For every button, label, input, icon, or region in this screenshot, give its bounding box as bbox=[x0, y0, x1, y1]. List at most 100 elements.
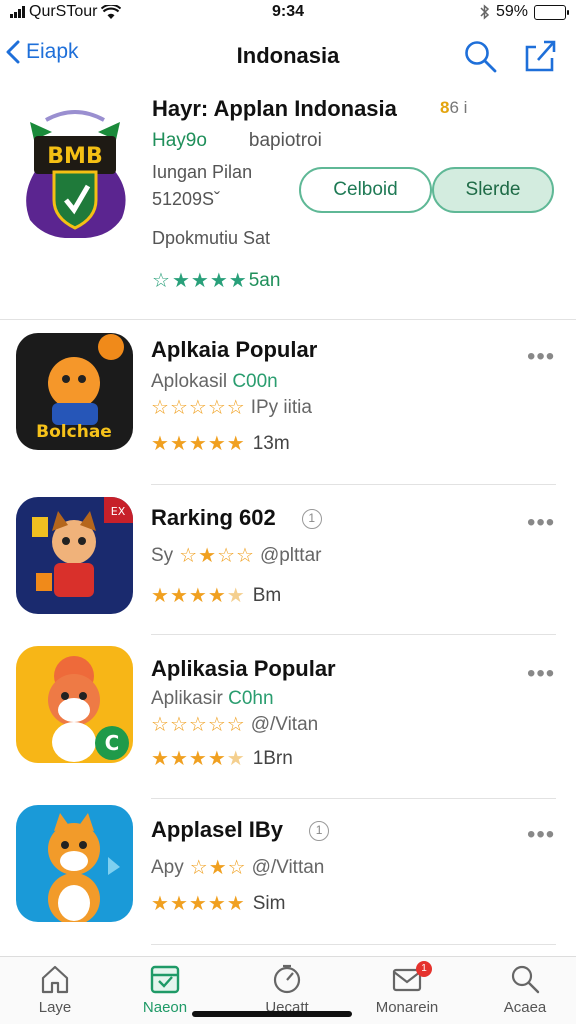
info-icon[interactable]: 1 bbox=[309, 821, 330, 842]
tab-games[interactable]: Uecatt bbox=[232, 963, 342, 1016]
star-icon: ★ bbox=[226, 893, 245, 915]
app-sub-rating-text: @/Vittan bbox=[251, 857, 325, 878]
app-icon-badge: EX bbox=[111, 505, 126, 518]
star-icon: ★ bbox=[188, 585, 207, 607]
status-right: 59% bbox=[480, 3, 569, 21]
app-sub-rating-text: IPy iitia bbox=[250, 397, 312, 418]
app-rating: ★ ★ ★ ★ ★ Sim bbox=[151, 893, 285, 915]
home-icon bbox=[41, 965, 69, 994]
bluetooth-icon bbox=[480, 4, 490, 20]
star-icon: ★ bbox=[209, 270, 228, 292]
outline-stars: ☆ ☆ ☆ ☆ ☆ bbox=[151, 397, 245, 419]
app-name: Aplkaia Popular bbox=[151, 337, 318, 362]
app-rating: ★ ★ ★ ★ ★ 1Brn bbox=[151, 748, 293, 770]
notification-badge: 1 bbox=[416, 961, 432, 977]
app-subtitle-accent: C00n bbox=[232, 371, 278, 392]
home-indicator bbox=[192, 1011, 352, 1017]
star-icon: ★ bbox=[169, 748, 188, 770]
tab-label: Laye bbox=[38, 999, 72, 1016]
more-options-icon[interactable]: ••• bbox=[527, 509, 555, 537]
app-name-text: Rarking 602 bbox=[151, 505, 276, 530]
app-name-text: Applasel IBy bbox=[151, 817, 284, 842]
star-icon: ★ bbox=[169, 585, 188, 607]
outline-stars: ☆ ☆ ☆ ☆ ☆ bbox=[151, 714, 245, 736]
more-options-icon[interactable]: ••• bbox=[527, 821, 555, 849]
tab-updates[interactable]: 1 Monarein bbox=[352, 961, 462, 1016]
rating-count: 1Brn bbox=[252, 748, 293, 769]
tab-search[interactable]: Acaea bbox=[470, 963, 576, 1016]
featured-rating-text: 5an bbox=[248, 270, 281, 291]
more-options-icon[interactable]: ••• bbox=[527, 343, 555, 371]
star-icon: ★ bbox=[188, 748, 207, 770]
star-icon: ★ bbox=[207, 585, 226, 607]
app-subtitle-text: Aplikasir bbox=[151, 688, 223, 709]
app-subtitle-accent: C0hn bbox=[228, 688, 274, 709]
star-icon: ★ bbox=[171, 270, 190, 292]
tab-today[interactable]: Naeon bbox=[110, 963, 220, 1016]
share-icon[interactable] bbox=[522, 38, 558, 74]
app-subtitle-text: Apy bbox=[151, 857, 184, 878]
info-icon[interactable]: 1 bbox=[301, 509, 322, 530]
rating-stars: ★ ★ ★ ★ ★ bbox=[151, 586, 245, 606]
star-icon: ★ bbox=[151, 585, 169, 607]
featured-developer-sub: bapiotroi bbox=[248, 130, 322, 151]
featured-stars: ★ ★ ★ ★ bbox=[172, 271, 247, 291]
app-rating: ★ ★ ★ ★ ★ 13m bbox=[151, 433, 290, 455]
battery-percent: 59% bbox=[495, 3, 528, 20]
featured-outline-button[interactable]: Celboid bbox=[299, 167, 432, 213]
star-icon: ★ bbox=[228, 270, 247, 292]
app-sub-rating: ☆ ☆ ☆ ☆ ☆ @/Vitan bbox=[151, 714, 318, 736]
tab-home[interactable]: Laye bbox=[0, 963, 110, 1016]
outline-stars: ☆ ★ ☆ ☆ bbox=[179, 545, 254, 567]
star-icon: ★ bbox=[151, 433, 169, 455]
battery-icon bbox=[534, 4, 569, 20]
rating-count: 13m bbox=[252, 433, 290, 454]
star-outline-icon: ☆ bbox=[152, 270, 170, 292]
star-icon: ★ bbox=[151, 893, 169, 915]
featured-app[interactable]: BMB Hayr: Applan Indonasia 86 i Hay9o bap… bbox=[0, 90, 576, 320]
timer-icon bbox=[273, 964, 301, 994]
app-icon: Bolchae bbox=[16, 333, 133, 450]
app-sub-rating-text: @/Vitan bbox=[250, 714, 319, 735]
rating-count: Bm bbox=[252, 585, 282, 606]
app-subtitle: Aplikasir C0hn bbox=[151, 688, 274, 710]
tab-label: Acaea bbox=[503, 999, 547, 1016]
svg-text:BMB: BMB bbox=[47, 144, 102, 169]
rating-count: Sim bbox=[252, 893, 286, 914]
app-name: Rarking 602 1 bbox=[151, 505, 322, 531]
app-name: Aplikasia Popular bbox=[151, 656, 336, 681]
divider bbox=[151, 484, 556, 485]
navigation-bar: Eiapk Indonasia bbox=[0, 30, 576, 84]
star-icon: ★ bbox=[207, 433, 226, 455]
star-icon: ★ bbox=[188, 433, 207, 455]
rating-stars: ★ ★ ★ ★ ★ bbox=[151, 749, 245, 769]
star-icon: ★ bbox=[188, 893, 207, 915]
divider bbox=[151, 798, 556, 799]
star-icon: ★ bbox=[169, 433, 188, 455]
app-icon-badge: C bbox=[105, 731, 120, 755]
app-sub-rating-text: @plttar bbox=[259, 545, 322, 566]
app-sub-rating: Sy ☆ ★ ☆ ☆ @plttar bbox=[151, 545, 321, 567]
search-icon bbox=[511, 965, 540, 994]
featured-developer[interactable]: Hay9o bapiotroi bbox=[152, 130, 322, 152]
app-name: Applasel IBy 1 bbox=[151, 817, 330, 843]
featured-title: Hayr: Applan Indonasia bbox=[152, 96, 397, 121]
featured-get-button[interactable]: Slerde bbox=[432, 167, 554, 213]
app-sub-rating: Apy ☆ ★ ☆ @/Vittan bbox=[151, 857, 324, 879]
divider bbox=[151, 634, 556, 635]
rating-stars: ★ ★ ★ ★ ★ bbox=[151, 434, 245, 454]
app-subtitle: Aplokasil C00n bbox=[151, 371, 278, 393]
app-rating: ★ ★ ★ ★ ★ Bm bbox=[151, 585, 281, 607]
featured-description: Dpokmutiu Sat bbox=[152, 228, 271, 248]
app-subtitle-text: Sy bbox=[151, 545, 174, 566]
app-sub-rating: ☆ ☆ ☆ ☆ ☆ IPy iitia bbox=[151, 397, 312, 419]
more-options-icon[interactable]: ••• bbox=[527, 660, 555, 688]
search-icon[interactable] bbox=[462, 38, 498, 74]
star-icon: ★ bbox=[226, 748, 245, 770]
rating-stars: ★ ★ ★ ★ ★ bbox=[151, 894, 245, 914]
app-subtitle-text: Aplokasil bbox=[151, 371, 228, 392]
divider bbox=[151, 944, 556, 945]
tab-label: Naeon bbox=[142, 999, 188, 1016]
app-icon: C bbox=[16, 646, 133, 763]
star-icon: ★ bbox=[207, 748, 226, 770]
